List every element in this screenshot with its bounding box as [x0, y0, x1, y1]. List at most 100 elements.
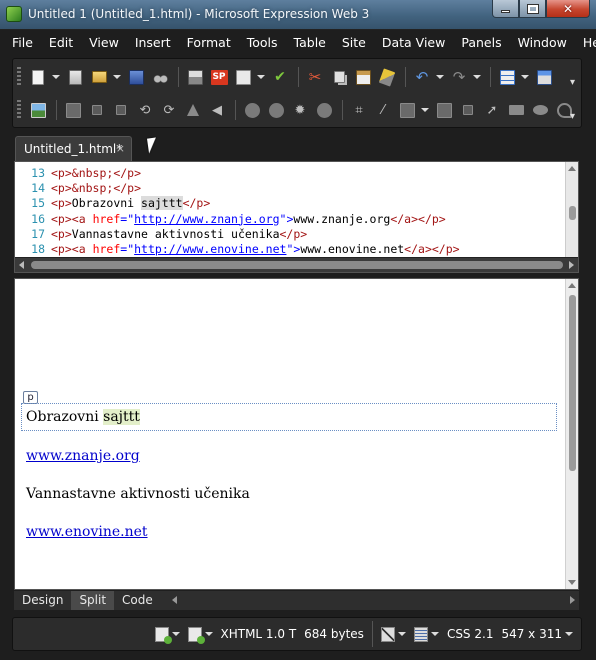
undo-button[interactable]: ↶ [411, 66, 433, 88]
close-tab-icon[interactable]: × [116, 142, 125, 155]
document-tab[interactable]: Untitled_1.html* × [15, 136, 132, 161]
redo-dropdown[interactable] [472, 66, 481, 88]
color-button[interactable]: ✹ [289, 99, 311, 121]
insert-table-dropdown[interactable] [520, 66, 529, 88]
page-size-button[interactable]: 547 x 311 [501, 627, 573, 641]
menu-site[interactable]: Site [334, 30, 374, 56]
tab-code[interactable]: Code [114, 591, 161, 610]
wrap-button[interactable] [396, 99, 418, 121]
menu-insert[interactable]: Insert [127, 30, 179, 56]
separator [298, 67, 299, 87]
cut-button[interactable]: ✂ [304, 66, 326, 88]
menu-help[interactable]: Help [575, 30, 596, 56]
preview-dropdown[interactable] [256, 66, 265, 88]
find-button[interactable] [149, 66, 171, 88]
menu-panels[interactable]: Panels [453, 30, 509, 56]
css-mode-button[interactable] [413, 626, 439, 642]
sharepoint-button[interactable]: SP [208, 66, 230, 88]
save-button[interactable] [125, 66, 147, 88]
design-pane[interactable]: p Obrazovni sajttt www.znanje.org Vannas… [14, 278, 579, 590]
flip-horizontal-button[interactable] [182, 99, 204, 121]
menu-data-view[interactable]: Data View [374, 30, 453, 56]
contrast-button[interactable] [241, 99, 263, 121]
menu-edit[interactable]: Edit [41, 30, 81, 56]
brightness-button[interactable] [265, 99, 287, 121]
maximize-button[interactable] [519, 0, 546, 18]
code-vertical-scrollbar[interactable] [565, 162, 578, 258]
open-folder-button[interactable] [88, 66, 110, 88]
rectangle-button[interactable] [505, 99, 527, 121]
design-link-enovine[interactable]: www.enovine.net [26, 524, 148, 540]
doctype-label[interactable]: XHTML 1.0 T [221, 627, 297, 641]
code-pane[interactable]: 13 <p>&nbsp;</p> 14 <p>&nbsp;</p> 15 <p>Obr… [14, 161, 579, 273]
tab-split[interactable]: Split [71, 591, 115, 610]
spelling-button[interactable]: ✔ [269, 66, 291, 88]
rotate-right-button[interactable]: ⟳ [158, 99, 180, 121]
code-editor[interactable]: 13 <p>&nbsp;</p> 14 <p>&nbsp;</p> 15 <p>Obr… [15, 166, 566, 258]
rotate-left-button[interactable]: ⟲ [134, 99, 156, 121]
code-url[interactable]: http://www.znanje.org [134, 212, 279, 226]
resample-button[interactable] [457, 99, 479, 121]
open-button[interactable] [64, 66, 86, 88]
contrast-icon [244, 102, 260, 118]
format-painter-button[interactable] [376, 66, 398, 88]
code-url[interactable]: http://www.enovine.net [134, 242, 286, 256]
wrap-dropdown[interactable] [420, 99, 429, 121]
print-button[interactable] [184, 66, 206, 88]
menu-tools[interactable]: Tools [239, 30, 286, 56]
scroll-right-icon[interactable] [570, 596, 575, 604]
send-backward-button[interactable] [110, 99, 132, 121]
line-button[interactable]: ⁄ [372, 99, 394, 121]
panel-button[interactable] [533, 66, 555, 88]
insert-table-button[interactable] [496, 66, 518, 88]
css-version-label[interactable]: CSS 2.1 [447, 627, 494, 641]
scroll-up-icon[interactable] [568, 166, 576, 171]
menu-format[interactable]: Format [179, 30, 239, 56]
toolbar-grip[interactable] [17, 67, 21, 87]
preview-button[interactable] [232, 66, 254, 88]
scroll-right-icon[interactable] [569, 261, 574, 269]
bring-forward-button[interactable] [86, 99, 108, 121]
code-horizontal-scrollbar[interactable] [15, 257, 578, 272]
redo-button[interactable]: ↷ [448, 66, 470, 88]
undo-dropdown[interactable] [435, 66, 444, 88]
sharpen-button[interactable] [313, 99, 335, 121]
layer-button[interactable] [62, 99, 84, 121]
scroll-up-icon[interactable] [568, 283, 576, 288]
copy-button[interactable] [328, 66, 350, 88]
close-button[interactable]: ✕ [546, 0, 590, 18]
scroll-thumb[interactable] [31, 261, 563, 269]
scroll-thumb[interactable] [569, 295, 576, 471]
open-dropdown[interactable] [112, 66, 121, 88]
separator [56, 100, 57, 120]
menu-file[interactable]: File [4, 30, 41, 56]
toolbar-overflow-2[interactable]: ▾ [570, 111, 575, 122]
paste-button[interactable] [352, 66, 374, 88]
insert-picture-button[interactable] [27, 99, 49, 121]
select-button[interactable]: ➚ [481, 99, 503, 121]
toolbar-grip[interactable] [17, 100, 21, 120]
scroll-down-icon[interactable] [568, 580, 576, 585]
compatibility-button[interactable] [187, 626, 213, 644]
auto-thumbnail-button[interactable] [433, 99, 455, 121]
design-heading[interactable]: Obrazovni sajttt [26, 409, 140, 425]
scroll-left-icon[interactable] [172, 596, 177, 604]
scroll-thumb[interactable] [569, 206, 576, 220]
tab-design[interactable]: Design [14, 591, 71, 610]
design-vertical-scrollbar[interactable] [565, 279, 578, 589]
flip-vertical-button[interactable]: ◀ [206, 99, 228, 121]
menu-window[interactable]: Window [510, 30, 575, 56]
minimize-button[interactable] [492, 0, 519, 18]
new-page-button[interactable] [27, 66, 49, 88]
design-link-znanje[interactable]: www.znanje.org [26, 448, 140, 464]
circle-button[interactable] [529, 99, 551, 121]
design-paragraph[interactable]: Vannastavne aktivnosti učenika [26, 486, 250, 502]
style-application-button[interactable] [380, 626, 406, 642]
scroll-left-icon[interactable] [19, 261, 24, 269]
new-page-dropdown[interactable] [51, 66, 60, 88]
toolbar-overflow-1[interactable]: ▾ [570, 77, 575, 88]
visual-aids-button[interactable] [154, 626, 180, 644]
menu-table[interactable]: Table [286, 30, 334, 56]
menu-view[interactable]: View [81, 30, 127, 56]
crop-button[interactable]: ⌗ [348, 99, 370, 121]
